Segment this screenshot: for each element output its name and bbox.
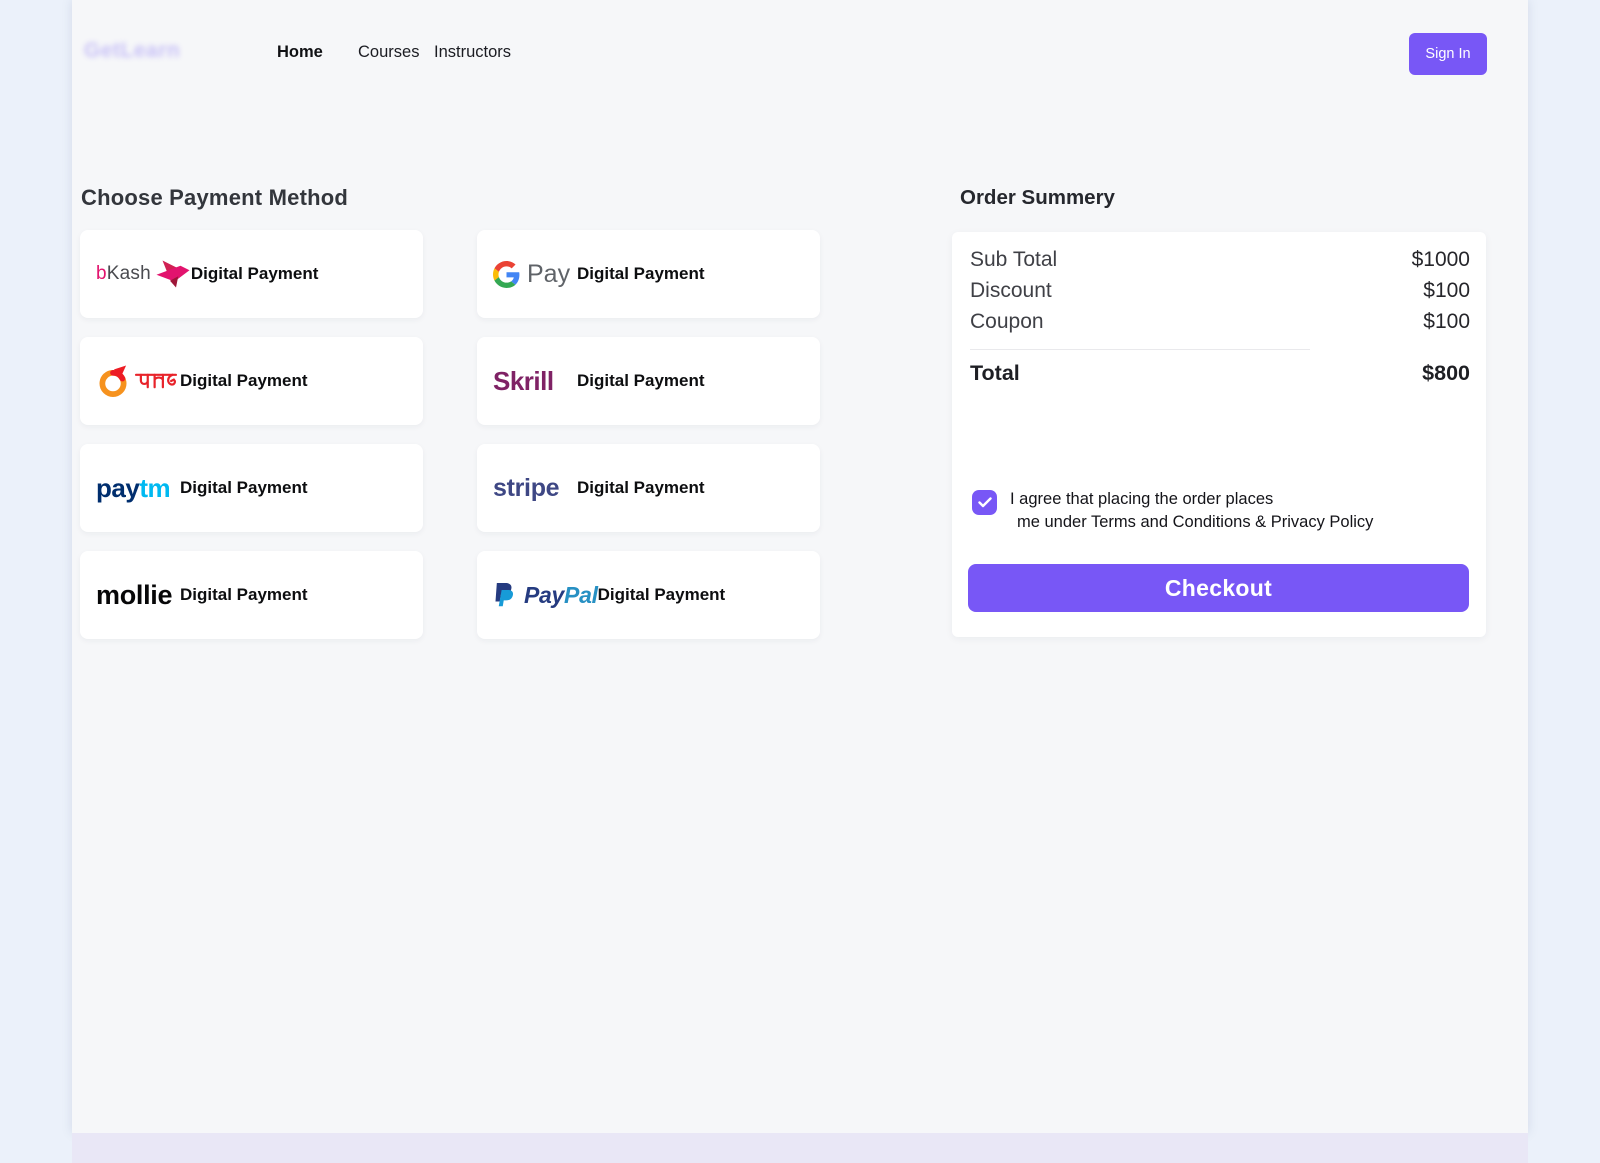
paytm-logo: paytm xyxy=(96,473,180,504)
page-container: GetLearn Home Courses Instructors Sign I… xyxy=(72,0,1528,1133)
subtotal-label: Sub Total xyxy=(970,244,1057,275)
payment-card-nagad[interactable]: Digital Payment xyxy=(80,337,423,425)
paypal-wordmark: PayPal xyxy=(524,582,598,609)
paypal-p-icon xyxy=(493,582,516,609)
bkash-logo: bKash xyxy=(96,259,191,289)
footer-strip xyxy=(72,1133,1528,1163)
coupon-label: Coupon xyxy=(970,306,1044,337)
nav-item-home[interactable]: Home xyxy=(277,43,323,62)
payment-card-label: Digital Payment xyxy=(577,478,705,498)
google-pay-logo: Pay xyxy=(493,260,577,289)
mollie-logo: mollie xyxy=(96,580,180,611)
summary-row-total: Total $800 xyxy=(970,361,1470,386)
nav-item-instructors[interactable]: Instructors xyxy=(434,43,511,62)
payment-card-paypal[interactable]: PayPal Digital Payment xyxy=(477,551,820,639)
checkbox-check-icon xyxy=(978,497,992,508)
total-value: $800 xyxy=(1422,361,1470,386)
gpay-wordmark: Pay xyxy=(527,260,570,289)
payment-card-label: Digital Payment xyxy=(180,371,308,391)
sign-in-button[interactable]: Sign In xyxy=(1409,33,1487,75)
payment-card-label: Digital Payment xyxy=(191,264,319,284)
payment-card-skrill[interactable]: Skrill Digital Payment xyxy=(477,337,820,425)
skrill-logo: Skrill xyxy=(493,366,577,397)
nagad-logo xyxy=(96,363,180,399)
payment-card-mollie[interactable]: mollie Digital Payment xyxy=(80,551,423,639)
google-g-icon xyxy=(493,261,520,288)
discount-value: $100 xyxy=(1423,275,1470,306)
payment-method-grid: bKash Digital Payment xyxy=(80,230,820,639)
payment-card-stripe[interactable]: stripe Digital Payment xyxy=(477,444,820,532)
payment-card-bkash[interactable]: bKash Digital Payment xyxy=(80,230,423,318)
total-label: Total xyxy=(970,361,1020,386)
skrill-wordmark: Skrill xyxy=(493,366,554,397)
mollie-wordmark: mollie xyxy=(96,580,172,611)
payment-card-label: Digital Payment xyxy=(598,585,726,605)
order-summary-card: Sub Total $1000 Discount $100 Coupon $10… xyxy=(952,232,1486,637)
stripe-wordmark: stripe xyxy=(493,474,559,503)
order-summary-title: Order Summery xyxy=(960,186,1115,210)
order-summary-rows: Sub Total $1000 Discount $100 Coupon $10… xyxy=(970,244,1470,386)
discount-label: Discount xyxy=(970,275,1052,306)
payment-card-label: Digital Payment xyxy=(577,371,705,391)
payment-card-label: Digital Payment xyxy=(180,478,308,498)
agreement-checkbox[interactable] xyxy=(972,490,997,515)
summary-row-coupon: Coupon $100 xyxy=(970,306,1470,337)
agreement-text: I agree that placing the order places me… xyxy=(1010,488,1373,534)
summary-row-subtotal: Sub Total $1000 xyxy=(970,244,1470,275)
payment-card-google-pay[interactable]: Pay Digital Payment xyxy=(477,230,820,318)
coupon-value: $100 xyxy=(1423,306,1470,337)
payment-card-label: Digital Payment xyxy=(577,264,705,284)
agreement-row: I agree that placing the order places me… xyxy=(972,488,1373,534)
nav-item-courses[interactable]: Courses xyxy=(358,43,419,62)
nagad-wordmark xyxy=(134,369,178,393)
stripe-logo: stripe xyxy=(493,474,577,503)
summary-row-discount: Discount $100 xyxy=(970,275,1470,306)
checkout-button[interactable]: Checkout xyxy=(968,564,1469,612)
payment-card-paytm[interactable]: paytm Digital Payment xyxy=(80,444,423,532)
nagad-swirl-icon xyxy=(96,363,130,399)
payment-section-title: Choose Payment Method xyxy=(81,185,348,211)
payment-card-label: Digital Payment xyxy=(180,585,308,605)
site-logo[interactable]: GetLearn xyxy=(84,39,180,63)
summary-divider xyxy=(970,349,1310,350)
subtotal-value: $1000 xyxy=(1412,244,1470,275)
agreement-line-1: I agree that placing the order places xyxy=(1010,490,1273,508)
bkash-wordmark: bKash xyxy=(96,263,151,285)
paypal-logo: PayPal xyxy=(493,582,598,609)
bkash-bird-icon xyxy=(155,259,191,289)
agreement-line-2: me under Terms and Conditions & Privacy … xyxy=(1010,511,1373,534)
paytm-wordmark: paytm xyxy=(96,473,170,504)
